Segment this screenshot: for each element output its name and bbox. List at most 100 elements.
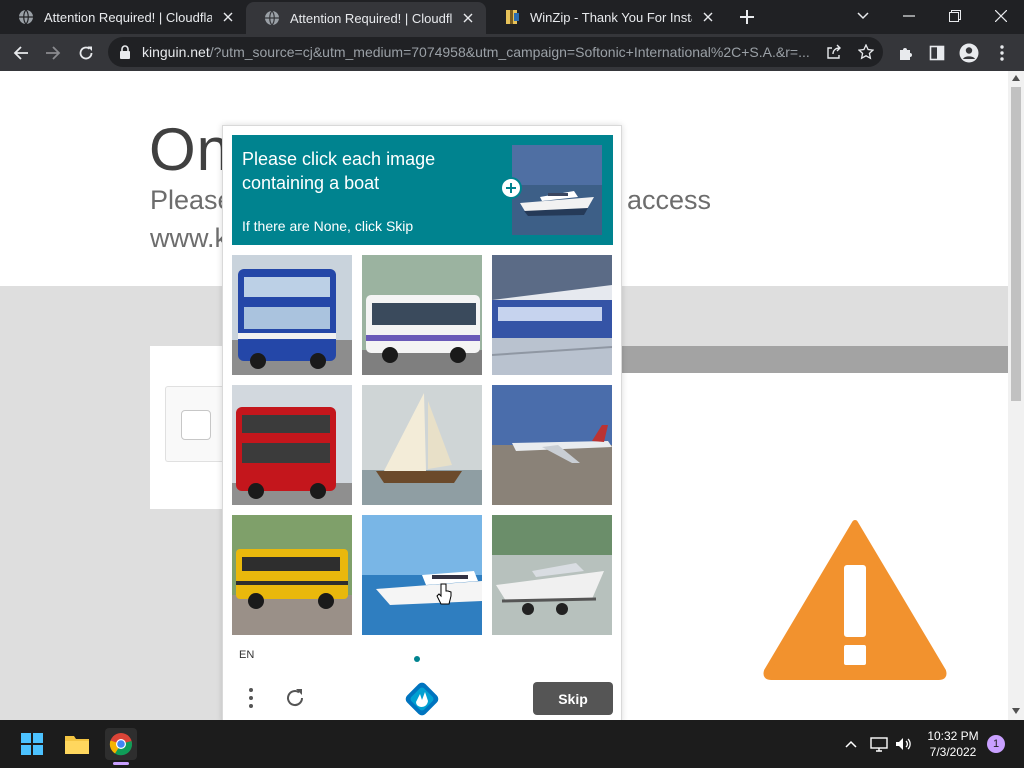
restore-button[interactable] bbox=[932, 0, 978, 32]
profile-button[interactable] bbox=[955, 39, 983, 67]
captcha-widget bbox=[165, 386, 222, 462]
tab-title: WinZip - Thank You For Installing bbox=[530, 9, 692, 25]
scroll-down-icon[interactable] bbox=[1012, 708, 1020, 714]
volume-icon[interactable] bbox=[893, 734, 913, 754]
puzzle-icon bbox=[900, 48, 912, 60]
grid-image-double-decker-bus-blue[interactable] bbox=[232, 255, 352, 375]
share-icon bbox=[827, 44, 841, 59]
grid-image-double-decker-bus-red[interactable] bbox=[232, 385, 352, 505]
reload-icon bbox=[79, 46, 93, 60]
close-tab-icon[interactable] bbox=[698, 7, 718, 27]
windows-logo-icon bbox=[21, 733, 43, 755]
language-selector[interactable]: EN bbox=[239, 649, 254, 661]
page-subtitle: Please bbox=[150, 185, 233, 215]
mouse-cursor-icon bbox=[436, 583, 452, 605]
kebab-menu-icon bbox=[249, 688, 253, 708]
url-text: kinguin.net/?utm_source=cj&utm_medium=70… bbox=[142, 44, 824, 60]
scrollbar-thumb[interactable] bbox=[1011, 87, 1021, 401]
prompt-hint: If there are None, click Skip bbox=[242, 218, 414, 234]
scroll-up-icon[interactable] bbox=[1012, 75, 1020, 81]
grid-image-airplane-on-runway[interactable] bbox=[492, 385, 612, 505]
tab-cloudflare-2[interactable]: Attention Required! | Cloudflare bbox=[246, 2, 486, 34]
tab-title: Attention Required! | Cloudflare bbox=[44, 9, 212, 25]
globe-icon bbox=[19, 9, 33, 25]
refresh-icon bbox=[287, 689, 304, 707]
refresh-challenge-button[interactable] bbox=[281, 684, 309, 712]
chevron-up-icon bbox=[845, 740, 857, 748]
reload-button[interactable] bbox=[72, 39, 100, 67]
file-explorer-button[interactable] bbox=[61, 728, 93, 760]
back-button[interactable] bbox=[7, 39, 35, 67]
winzip-icon bbox=[506, 10, 519, 24]
tab-winzip[interactable]: WinZip - Thank You For Installing bbox=[486, 0, 726, 34]
start-button[interactable] bbox=[16, 728, 48, 760]
chevron-down-icon bbox=[857, 12, 869, 20]
challenge-prompt: Please click each image containing a boa… bbox=[232, 135, 613, 245]
share-button[interactable] bbox=[820, 38, 848, 66]
star-icon bbox=[858, 44, 874, 60]
tab-title: Attention Required! | Cloudflare bbox=[290, 10, 452, 26]
hcaptcha-logo-icon bbox=[405, 682, 439, 716]
close-icon bbox=[995, 10, 1007, 22]
close-window-button[interactable] bbox=[978, 0, 1024, 32]
grid-image-motor-yacht[interactable] bbox=[362, 515, 482, 635]
clock-date: 7/3/2022 bbox=[929, 745, 977, 759]
system-clock[interactable]: 10:32 PM 7/3/2022 bbox=[926, 728, 980, 760]
tab-cloudflare-1[interactable]: Attention Required! | Cloudflare bbox=[0, 0, 246, 34]
arrow-left-icon bbox=[13, 46, 28, 60]
lock-icon[interactable] bbox=[118, 44, 132, 60]
grid-image-train-at-station[interactable] bbox=[492, 255, 612, 375]
grid-image-city-bus-white[interactable] bbox=[362, 255, 482, 375]
clock-time: 10:32 PM bbox=[927, 729, 979, 743]
skip-button[interactable]: Skip bbox=[533, 682, 613, 715]
notification-badge[interactable]: 1 bbox=[987, 735, 1005, 753]
minimize-button[interactable] bbox=[886, 0, 932, 32]
example-image[interactable] bbox=[512, 145, 602, 235]
page-scrollbar[interactable] bbox=[1008, 71, 1024, 720]
show-hidden-icons-button[interactable] bbox=[841, 734, 861, 754]
screen: Attention Required! | Cloudflare Attenti… bbox=[0, 0, 1024, 768]
grid-image-school-bus-yellow[interactable] bbox=[232, 515, 352, 635]
active-app-indicator bbox=[113, 762, 129, 765]
grid-image-speedboat-on-trailer[interactable] bbox=[492, 515, 612, 635]
browser-toolbar: kinguin.net/?utm_source=cj&utm_medium=70… bbox=[0, 34, 1024, 71]
chrome-taskbar-button[interactable] bbox=[105, 728, 137, 760]
grid-image-sailboat[interactable] bbox=[362, 385, 482, 505]
kebab-menu-icon bbox=[1000, 45, 1004, 61]
tab-search-button[interactable] bbox=[840, 0, 886, 32]
side-panel-icon bbox=[929, 45, 945, 61]
prompt-text: Please click each image containing a boa… bbox=[242, 149, 436, 193]
page-heading: On bbox=[149, 116, 232, 183]
page-indicator bbox=[414, 656, 420, 662]
forward-button[interactable] bbox=[39, 39, 67, 67]
close-tab-icon[interactable] bbox=[458, 8, 478, 28]
avatar-icon bbox=[959, 43, 979, 63]
plus-icon[interactable] bbox=[500, 177, 522, 199]
challenge-menu-button[interactable] bbox=[241, 684, 261, 712]
browser-menu-button[interactable] bbox=[988, 39, 1016, 67]
hcaptcha-challenge: Please click each image containing a boa… bbox=[222, 125, 622, 723]
bookmark-button[interactable] bbox=[852, 38, 880, 66]
address-bar[interactable]: kinguin.net/?utm_source=cj&utm_medium=70… bbox=[108, 37, 883, 67]
network-icon[interactable] bbox=[869, 734, 889, 754]
image-grid bbox=[232, 255, 613, 635]
page-subtitle-end: access bbox=[627, 185, 712, 215]
new-tab-button[interactable] bbox=[737, 7, 757, 27]
close-tab-icon[interactable] bbox=[218, 7, 238, 27]
url-path: /?utm_source=cj&utm_medium=7074958&utm_c… bbox=[209, 44, 810, 60]
globe-icon bbox=[265, 10, 279, 26]
tab-strip: Attention Required! | Cloudflare Attenti… bbox=[0, 0, 1024, 34]
captcha-checkbox[interactable] bbox=[181, 410, 211, 440]
warning-icon bbox=[763, 520, 947, 680]
restore-icon bbox=[949, 10, 961, 22]
minimize-icon bbox=[903, 15, 915, 17]
page-domain: www.k bbox=[150, 223, 229, 253]
arrow-right-icon bbox=[46, 46, 61, 60]
folder-icon bbox=[65, 736, 89, 754]
extensions-button[interactable] bbox=[892, 39, 920, 67]
side-panel-button[interactable] bbox=[923, 39, 951, 67]
taskbar: 10:32 PM 7/3/2022 1 bbox=[0, 720, 1024, 768]
gray-divider bbox=[620, 346, 1008, 373]
url-host: kinguin.net bbox=[142, 44, 210, 60]
chrome-icon bbox=[109, 733, 133, 756]
